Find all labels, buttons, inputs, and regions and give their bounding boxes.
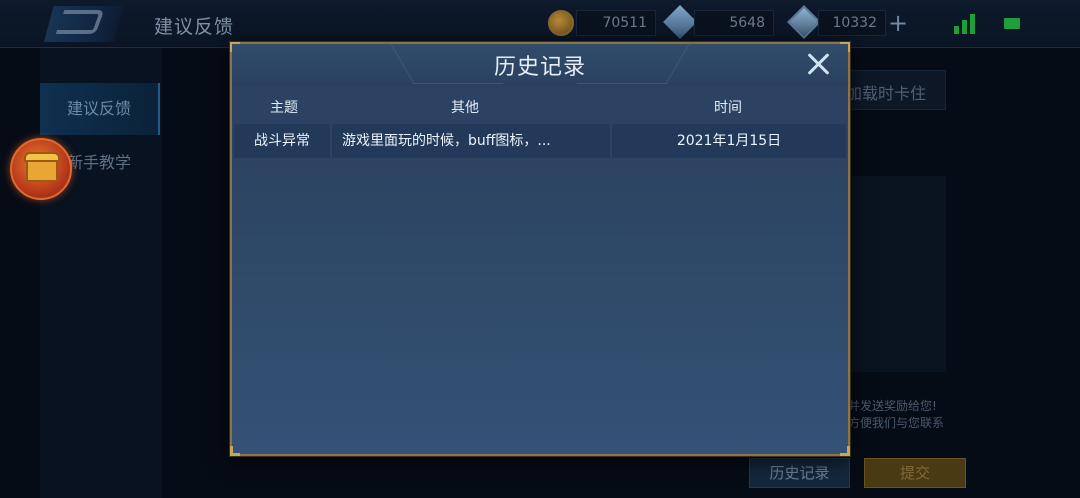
row-topic: 战斗异常 bbox=[234, 124, 330, 158]
notice-line-2: 方便我们与您联系 bbox=[848, 416, 945, 430]
sidebar-item-feedback[interactable]: 建议反馈 bbox=[40, 83, 160, 135]
history-modal: 历史记录 主题 其他 时间 战斗异常 游戏里面玩的时候，buff图标，... 2… bbox=[230, 42, 850, 456]
voucher-icon bbox=[787, 5, 821, 39]
voucher-counter: 10332 bbox=[818, 10, 886, 36]
top-bar: 建议反馈 70511 5648 10332 + bbox=[0, 0, 1080, 48]
input-area[interactable] bbox=[850, 176, 946, 372]
table-row[interactable]: 战斗异常 游戏里面玩的时候，buff图标，... 2021年1月15日 bbox=[234, 124, 846, 158]
close-icon[interactable] bbox=[802, 48, 836, 82]
diamond-counter: 5648 bbox=[694, 10, 774, 36]
modal-title: 历史记录 bbox=[493, 55, 586, 80]
gold-coin-value: 70511 bbox=[602, 15, 647, 31]
plus-icon[interactable]: + bbox=[886, 11, 910, 36]
gold-coin-counter: 70511 bbox=[576, 10, 656, 36]
voucher-value: 10332 bbox=[832, 15, 877, 31]
notice-line-1: 并发送奖励给您! bbox=[848, 399, 937, 413]
battery-icon bbox=[1004, 18, 1020, 29]
treasure-chest-icon[interactable] bbox=[10, 138, 72, 200]
signal-icon bbox=[954, 12, 980, 34]
row-time: 2021年1月15日 bbox=[612, 124, 846, 158]
page-title: 建议反馈 bbox=[154, 16, 235, 38]
row-other: 游戏里面玩的时候，buff图标，... bbox=[332, 124, 610, 158]
sidebar-item-label: 建议反馈 bbox=[67, 99, 132, 118]
column-header-topic: 主题 bbox=[270, 100, 298, 116]
sidebar-item-label: 新手教学 bbox=[67, 153, 132, 172]
column-header-time: 时间 bbox=[714, 100, 742, 116]
option-label: 加载时卡住 bbox=[846, 84, 927, 103]
column-header-other: 其他 bbox=[451, 100, 479, 116]
submit-button[interactable]: 提交 bbox=[864, 458, 966, 488]
diamond-value: 5648 bbox=[729, 15, 765, 31]
diamond-icon bbox=[663, 5, 697, 39]
history-button[interactable]: 历史记录 bbox=[749, 458, 850, 488]
modal-header: 历史记录 bbox=[232, 44, 848, 86]
table-header: 主题 其他 时间 bbox=[234, 88, 846, 122]
gold-coin-icon bbox=[548, 10, 574, 36]
